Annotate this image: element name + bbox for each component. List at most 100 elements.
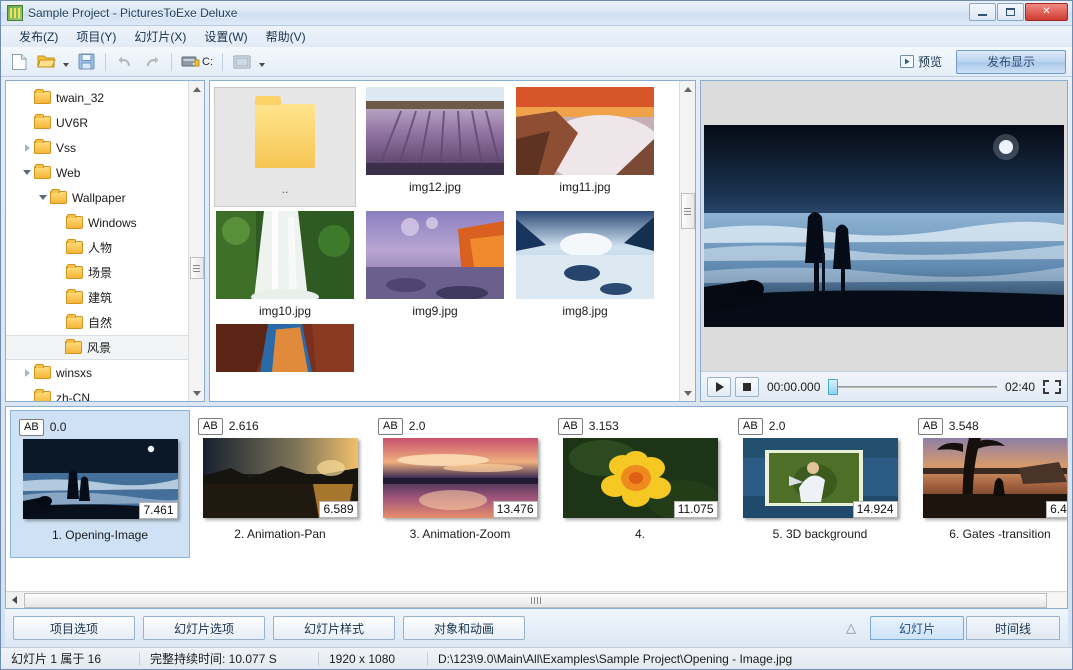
thumbnail-item[interactable]: img12.jpg	[366, 87, 504, 207]
slide-options-button[interactable]: 幻灯片选项	[143, 616, 265, 640]
tree-vertical-scrollbar[interactable]	[188, 81, 204, 401]
canyon-art	[216, 324, 354, 372]
seek-handle[interactable]	[828, 379, 838, 395]
ab-badge[interactable]: AB	[198, 418, 223, 435]
thumbnail-item[interactable]: img11.jpg	[516, 87, 654, 207]
menu-item-project[interactable]: 项目(Y)	[68, 26, 124, 47]
tree-item-winsxs[interactable]: winsxs	[6, 360, 204, 385]
minimize-button[interactable]	[969, 3, 996, 21]
tree-item-uv6r[interactable]: UV6R	[6, 110, 204, 135]
scroll-down-button[interactable]	[189, 385, 205, 401]
expander-collapsed-icon[interactable]	[20, 366, 34, 380]
slide-item-3[interactable]: AB 2.0	[370, 410, 550, 558]
slide-style-button[interactable]: 幻灯片样式	[273, 616, 395, 640]
seek-slider[interactable]	[828, 379, 997, 395]
tab-timeline[interactable]: 时间线	[966, 616, 1060, 640]
maximize-button[interactable]	[997, 3, 1024, 21]
ab-badge[interactable]: AB	[918, 418, 943, 435]
open-project-button[interactable]	[34, 50, 58, 74]
tree-item-nature[interactable]: 自然	[6, 310, 204, 335]
tree-item-windows[interactable]: Windows	[6, 210, 204, 235]
save-disk-icon	[78, 53, 95, 70]
tab-slides[interactable]: 幻灯片	[870, 616, 964, 640]
menu-item-settings[interactable]: 设置(W)	[196, 26, 255, 47]
folder-icon	[66, 316, 83, 329]
stop-button[interactable]	[735, 377, 759, 397]
slide-item-1[interactable]: AB 0.0	[10, 410, 190, 558]
scroll-up-button[interactable]	[680, 81, 696, 97]
close-button[interactable]: ✕	[1025, 3, 1068, 21]
menu-item-help[interactable]: 帮助(V)	[258, 26, 314, 47]
minimize-icon	[978, 14, 987, 16]
slide-item-5[interactable]: AB 2.0	[730, 410, 910, 558]
tree-item-twain32[interactable]: twain_32	[6, 85, 204, 110]
open-dropdown-button[interactable]	[61, 50, 71, 74]
slide-thumbnail: 7.461	[23, 439, 178, 519]
status-duration: 完整持续时间: 10.077 S	[140, 648, 318, 670]
ab-badge[interactable]: AB	[558, 418, 583, 435]
drive-selector[interactable]: C:	[179, 53, 215, 70]
status-bar: 幻灯片 1 属于 16 完整持续时间: 10.077 S 1920 x 1080…	[1, 647, 1072, 669]
open-folder-icon	[37, 53, 56, 70]
menu-item-publish[interactable]: 发布(Z)	[11, 26, 66, 47]
ab-badge[interactable]: AB	[738, 418, 763, 435]
drive-label: C:	[202, 56, 213, 68]
tree-item-people[interactable]: 人物	[6, 235, 204, 260]
redo-button[interactable]	[140, 50, 164, 74]
slide-duration: 6.40	[1046, 501, 1067, 518]
tree-item-vss[interactable]: Vss	[6, 135, 204, 160]
tree-item-wallpaper[interactable]: Wallpaper	[6, 185, 204, 210]
project-options-button[interactable]: 项目选项	[13, 616, 135, 640]
scrollbar-thumb[interactable]	[190, 257, 204, 279]
slide-thumbnail: 6.40	[923, 438, 1068, 518]
scroll-up-button[interactable]	[189, 81, 205, 97]
expander-expanded-icon[interactable]	[20, 166, 34, 180]
ab-badge[interactable]: AB	[378, 418, 403, 435]
menu-item-slide[interactable]: 幻灯片(X)	[126, 26, 194, 47]
folder-icon	[34, 391, 51, 402]
fullscreen-icon[interactable]	[1043, 379, 1061, 395]
tree-item-web[interactable]: Web	[6, 160, 204, 185]
save-project-button[interactable]	[74, 50, 98, 74]
expander-collapsed-icon[interactable]	[20, 141, 34, 155]
objects-animation-button[interactable]: 对象和动画	[403, 616, 525, 640]
slide-strip-panel: AB 0.0	[5, 406, 1068, 609]
scrollbar-track[interactable]	[23, 593, 1067, 608]
thumbnail-parent-folder[interactable]: ..	[216, 87, 354, 207]
slide-item-2[interactable]: AB 2.616	[190, 410, 370, 558]
thumbnail-item[interactable]	[216, 324, 354, 372]
slide-offset: 2.616	[229, 419, 259, 433]
thumbnail-vertical-scrollbar[interactable]	[679, 81, 695, 401]
ab-badge[interactable]: AB	[19, 419, 44, 436]
scroll-down-button[interactable]	[680, 385, 696, 401]
thumbnail-item[interactable]: img9.jpg	[366, 211, 504, 320]
expander-expanded-icon[interactable]	[36, 191, 50, 205]
slide-item-6[interactable]: AB 3.548	[910, 410, 1067, 558]
scrollbar-thumb[interactable]	[24, 593, 1047, 608]
slide-strip-horizontal-scrollbar[interactable]	[6, 591, 1067, 608]
view-mode-button[interactable]	[230, 50, 254, 74]
new-project-button[interactable]	[7, 50, 31, 74]
scrollbar-thumb[interactable]	[681, 193, 695, 229]
preview-stage[interactable]	[701, 81, 1067, 371]
preview-button[interactable]: 预览	[892, 49, 950, 74]
status-slide-count: 幻灯片 1 属于 16	[1, 648, 139, 670]
thumbnail-item[interactable]: img8.jpg	[516, 211, 654, 320]
tree-item-scene[interactable]: 场景	[6, 260, 204, 285]
view-tabs: 幻灯片 时间线	[870, 616, 1060, 640]
scroll-left-button[interactable]	[6, 593, 23, 608]
folder-tree: twain_32 UV6R Vss Web	[6, 81, 204, 402]
slide-caption: 2. Animation-Pan	[234, 527, 325, 541]
play-button[interactable]	[707, 377, 731, 397]
tree-item-zhcn[interactable]: zh-CN	[6, 385, 204, 402]
slide-item-4[interactable]: AB 3.153	[550, 410, 730, 558]
drive-icon	[181, 53, 200, 70]
application-window: Sample Project - PicturesToExe Deluxe ✕ …	[0, 0, 1073, 670]
publish-show-button[interactable]: 发布显示	[956, 50, 1066, 74]
thumbnail-item[interactable]: img10.jpg	[216, 211, 354, 320]
view-mode-dropdown-button[interactable]	[257, 50, 267, 74]
tree-item-architecture[interactable]: 建筑	[6, 285, 204, 310]
slide-header: AB 2.616	[198, 416, 362, 436]
undo-button[interactable]	[113, 50, 137, 74]
tree-item-landscape[interactable]: 风景	[6, 335, 204, 360]
